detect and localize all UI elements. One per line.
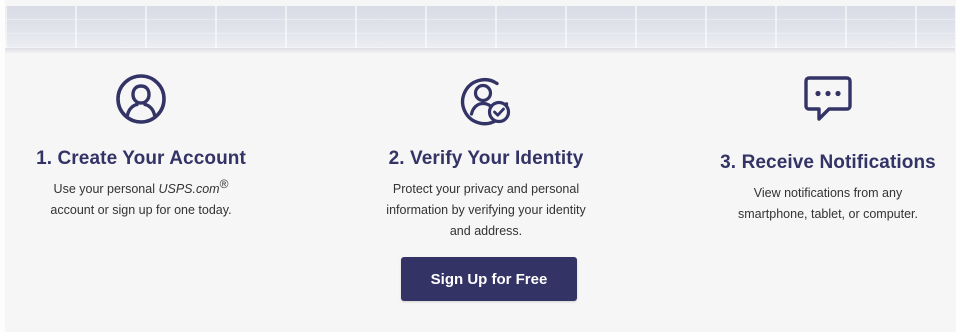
desc-line: smartphone, tablet, or computer. [738,207,918,221]
chat-bubble-icon [804,76,852,121]
verified-user-icon [461,78,511,126]
desc-text: Use your personal [53,182,159,196]
desc-line: View notifications from any [753,186,903,200]
step-verify-identity: 2. Verify Your Identity Protect your pri… [359,72,613,242]
sign-up-button[interactable]: Sign Up for Free [401,257,577,301]
desc-line: Protect your privacy and personal [392,182,580,196]
registered-mark: ® [219,176,229,191]
step-description: View notifications from any smartphone, … [708,183,948,225]
step-create-account: 1. Create Your Account Use your personal… [26,72,256,221]
step-description: Protect your privacy and personal inform… [359,179,613,242]
step-description: Use your personal USPS.com® account or s… [26,176,256,221]
desc-text: account or sign up for one today. [50,203,232,217]
page-frame: 1. Create Your Account Use your personal… [0,0,961,332]
step-title: 2. Verify Your Identity [388,148,584,169]
desc-line: information by verifying your identity [386,203,586,217]
step-title: 1. Create Your Account [36,148,246,169]
step-receive-notifications: 3. Receive Notifications View notificati… [708,72,948,225]
header-banner [5,6,955,54]
brand-name: USPS.com [158,182,220,196]
step-title: 3. Receive Notifications [720,152,936,173]
desc-line: and address. [449,224,523,238]
user-circle-icon [116,74,166,124]
